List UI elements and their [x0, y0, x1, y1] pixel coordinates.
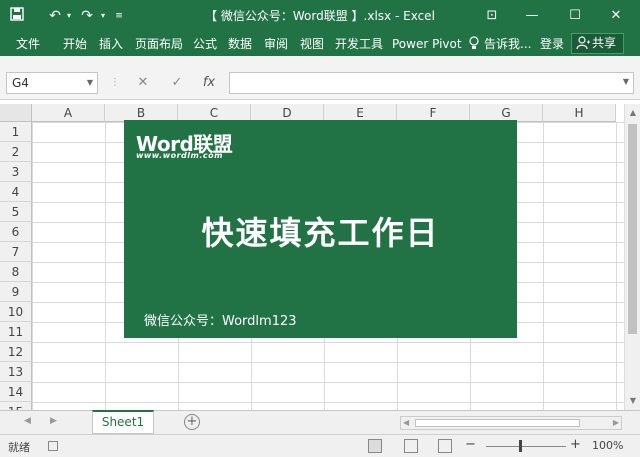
expand-formula-icon[interactable]: ▼	[623, 77, 629, 86]
ribbon-collapsed-area	[0, 56, 640, 68]
row-header[interactable]: 15	[0, 402, 32, 410]
tab-view[interactable]: 视图	[300, 36, 324, 52]
maximize-icon[interactable]: ☐	[563, 6, 587, 26]
formula-input[interactable]: ▼	[229, 72, 634, 94]
chevron-down-icon[interactable]: ▼	[87, 73, 93, 93]
row-header[interactable]: 12	[0, 342, 32, 362]
row-header[interactable]: 4	[0, 182, 32, 202]
zoom-out-icon[interactable]: −	[465, 437, 476, 452]
banner-image[interactable]: Word联盟 www.wordlm.com 快速填充工作日 微信公众号：Word…	[124, 120, 517, 338]
column-header[interactable]: A	[32, 104, 105, 122]
horizontal-scrollbar[interactable]: ◀ ▶	[400, 416, 622, 430]
page-layout-view-icon[interactable]	[404, 439, 418, 453]
undo-dropdown-icon[interactable]: ▾	[60, 7, 78, 25]
tab-insert[interactable]: 插入	[99, 36, 123, 52]
tab-home[interactable]: 开始	[63, 36, 87, 52]
tab-data[interactable]: 数据	[228, 36, 252, 52]
banner-headline: 快速填充工作日	[201, 214, 440, 252]
prev-sheet-icon[interactable]: ◀	[24, 416, 31, 426]
formula-bar: G4 ▼ ⋮ ✕ ✓ fx ▼	[0, 68, 640, 100]
row-header[interactable]: 11	[0, 322, 32, 342]
title-bar: ↶ ▾ ↷ ▾ ≡ 【 微信公众号：Word联盟 】.xlsx - Excel …	[0, 0, 640, 32]
tab-review[interactable]: 审阅	[264, 36, 288, 52]
close-icon[interactable]: ✕	[604, 6, 628, 26]
row-header[interactable]: 13	[0, 362, 32, 382]
share-button[interactable]: 共享	[571, 33, 624, 54]
row-header[interactable]: 3	[0, 162, 32, 182]
add-sheet-icon[interactable]: +	[184, 414, 200, 430]
row-header[interactable]: 6	[0, 222, 32, 242]
row-header[interactable]: 10	[0, 302, 32, 322]
sheet-tab-bar: ◀ ▶ Sheet1 + ◀ ▶	[0, 410, 640, 434]
more-icon: ⋮	[110, 77, 120, 88]
status-mode: 就绪	[8, 441, 30, 454]
row-header[interactable]: 14	[0, 382, 32, 402]
minimize-icon[interactable]: —	[520, 6, 544, 26]
tab-page-layout[interactable]: 页面布局	[135, 36, 183, 52]
row-header[interactable]: 8	[0, 262, 32, 282]
scroll-down-icon[interactable]: ▼	[625, 394, 640, 408]
column-header[interactable]: H	[543, 104, 616, 122]
share-person-icon	[576, 36, 590, 50]
banner-footer: 微信公众号：Wordlm123	[144, 314, 297, 329]
lightbulb-icon	[468, 36, 480, 54]
row-header[interactable]: 1	[0, 122, 32, 142]
name-box-value: G4	[12, 76, 29, 90]
select-all-corner[interactable]	[0, 104, 32, 122]
tab-file[interactable]: 文件	[16, 36, 40, 52]
ribbon-display-icon[interactable]: ⊡	[480, 6, 504, 26]
ribbon-tabs: 文件 开始 插入 页面布局 公式 数据 审阅 视图 开发工具 Power Piv…	[0, 32, 640, 56]
status-bar: 就绪 − + 100%	[0, 434, 640, 457]
scroll-up-icon[interactable]: ▲	[625, 106, 640, 120]
vertical-scrollbar[interactable]: ▲ ▼	[624, 104, 640, 410]
tab-formulas[interactable]: 公式	[193, 36, 217, 52]
scroll-right-icon[interactable]: ▶	[613, 418, 619, 427]
row-header[interactable]: 9	[0, 282, 32, 302]
normal-view-icon[interactable]	[368, 439, 382, 453]
window-title: 【 微信公众号：Word联盟 】.xlsx - Excel	[205, 9, 435, 23]
save-icon[interactable]	[8, 7, 26, 25]
zoom-slider[interactable]	[486, 446, 566, 447]
zoom-slider-thumb[interactable]	[519, 440, 522, 452]
scroll-left-icon[interactable]: ◀	[403, 418, 409, 427]
cancel-icon[interactable]: ✕	[134, 74, 152, 92]
vertical-scroll-thumb[interactable]	[628, 124, 637, 334]
enter-icon[interactable]: ✓	[168, 74, 186, 92]
zoom-in-icon[interactable]: +	[570, 437, 581, 452]
horizontal-scroll-thumb[interactable]	[415, 419, 580, 427]
tab-developer[interactable]: 开发工具	[335, 36, 383, 52]
tab-power-pivot[interactable]: Power Pivot	[392, 36, 462, 52]
next-sheet-icon[interactable]: ▶	[50, 416, 57, 426]
row-header[interactable]: 2	[0, 142, 32, 162]
sheet-tab-active[interactable]: Sheet1	[92, 410, 154, 434]
page-break-view-icon[interactable]	[438, 439, 452, 453]
logo-url: www.wordlm.com	[136, 151, 223, 160]
tell-me-input[interactable]: 告诉我...	[484, 36, 531, 52]
share-label: 共享	[592, 36, 617, 50]
row-header[interactable]: 7	[0, 242, 32, 262]
zoom-level[interactable]: 100%	[592, 439, 623, 452]
sign-in-link[interactable]: 登录	[540, 36, 564, 52]
insert-function-icon[interactable]: fx	[200, 74, 218, 92]
name-box[interactable]: G4 ▼	[6, 72, 98, 94]
customize-icon[interactable]: ≡	[110, 7, 128, 25]
row-header[interactable]: 5	[0, 202, 32, 222]
macro-record-icon[interactable]	[48, 441, 58, 451]
